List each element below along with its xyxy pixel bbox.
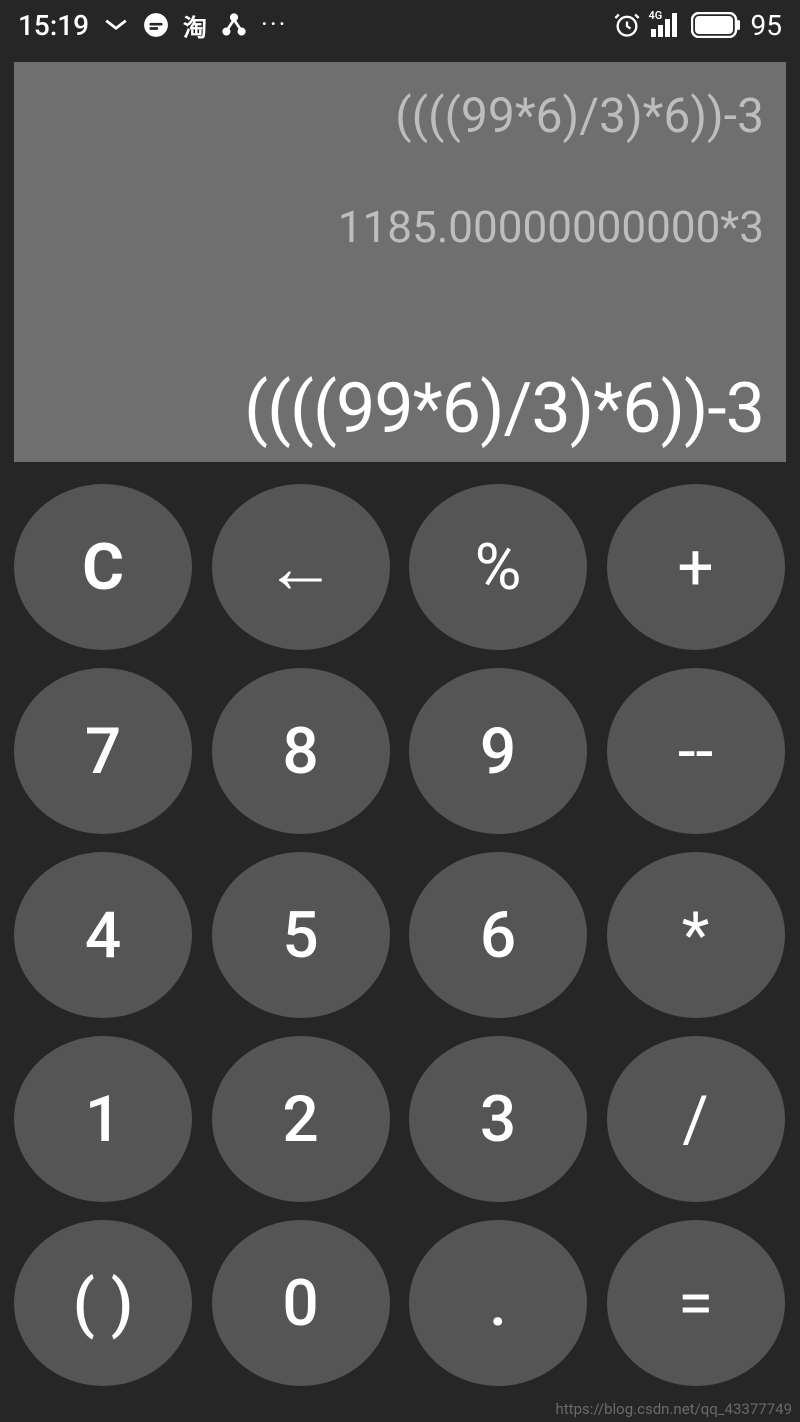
alarm-icon [613,11,641,39]
history-line-2: 1185.00000000000*3 [36,203,764,251]
battery-level: 95 [751,9,782,42]
signal-icon: 4G [651,13,681,37]
clear-button[interactable]: C [14,484,192,650]
digit-0-button[interactable]: 0 [212,1220,390,1386]
digit-3-button[interactable]: 3 [409,1036,587,1202]
status-bar: 15:19 淘 ··· 4G 95 [0,0,800,50]
missed-call-icon [103,12,129,38]
digit-7-button[interactable]: 7 [14,668,192,834]
chat-icon [143,12,169,38]
more-icon: ··· [261,10,287,40]
digit-6-button[interactable]: 6 [409,852,587,1018]
backspace-button[interactable]: ← [212,484,390,650]
tao-icon: 淘 [183,8,207,43]
status-right: 4G 95 [613,9,782,42]
watermark: https://blog.csdn.net/qq_43377749 [556,1400,793,1418]
plus-button[interactable]: + [607,484,785,650]
decimal-button[interactable]: . [409,1220,587,1386]
calculator-display: ((((99*6)/3)*6))-3 1185.00000000000*3 ((… [14,62,786,462]
share-icon [221,12,247,38]
digit-8-button[interactable]: 8 [212,668,390,834]
multiply-button[interactable]: * [607,852,785,1018]
calculator-keypad: C ← % + 7 8 9 -- 4 5 6 * 1 2 3 / ( ) 0 .… [14,484,786,1386]
digit-9-button[interactable]: 9 [409,668,587,834]
divide-button[interactable]: / [607,1036,785,1202]
current-expression: ((((99*6)/3)*6))-3 [36,374,764,444]
digit-5-button[interactable]: 5 [212,852,390,1018]
digit-1-button[interactable]: 1 [14,1036,192,1202]
equals-button[interactable]: = [607,1220,785,1386]
battery-icon [691,12,741,38]
status-time: 15:19 [18,9,89,42]
history-line-1: ((((99*6)/3)*6))-3 [36,90,764,143]
digit-4-button[interactable]: 4 [14,852,192,1018]
parentheses-button[interactable]: ( ) [14,1220,192,1386]
percent-button[interactable]: % [409,484,587,650]
digit-2-button[interactable]: 2 [212,1036,390,1202]
status-left: 15:19 淘 ··· [18,8,287,43]
minus-button[interactable]: -- [607,668,785,834]
